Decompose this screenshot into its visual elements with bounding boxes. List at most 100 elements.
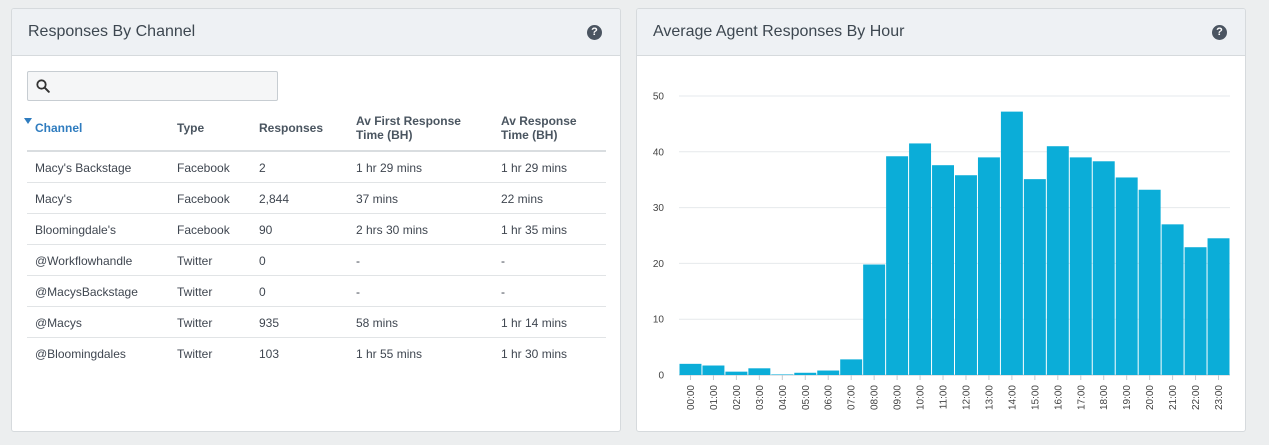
x-tick-label: 15:00	[1030, 385, 1041, 410]
cell-type: Twitter	[177, 316, 213, 330]
cell-responses: 2	[259, 161, 266, 175]
x-tick-label: 05:00	[801, 385, 812, 410]
bar-1900[interactable]	[1115, 177, 1138, 375]
cell-channel: Macy's	[35, 192, 72, 206]
cell-channel: Macy's Backstage	[35, 161, 132, 175]
x-tick-label: 20:00	[1145, 385, 1156, 410]
bar-1800[interactable]	[1092, 161, 1115, 375]
y-tick-label: 0	[658, 371, 664, 382]
cell-av-first-response: 37 mins	[356, 192, 399, 206]
y-tick-label: 40	[653, 147, 665, 158]
table-row[interactable]: @MacysBackstage Twitter 0 - -	[27, 276, 606, 307]
bar-0600[interactable]	[817, 370, 840, 375]
y-tick-label: 50	[653, 92, 665, 103]
bar-0200[interactable]	[725, 371, 748, 375]
bar-2000[interactable]	[1138, 189, 1161, 375]
cell-av-response: 22 mins	[501, 192, 544, 206]
column-header-label: Av Response	[501, 114, 577, 128]
x-tick-label: 22:00	[1191, 385, 1202, 410]
column-header-av-first-response[interactable]: Av First Response Time (BH)	[356, 114, 461, 142]
sort-desc-icon	[24, 118, 32, 124]
x-tick-label: 16:00	[1053, 385, 1064, 410]
agent-responses-by-hour-panel: Average Agent Responses By Hour ? 0 10 20 3…	[636, 8, 1246, 432]
bar-0700[interactable]	[840, 359, 863, 375]
x-tick-label: 01:00	[709, 385, 720, 410]
x-tick-label: 00:00	[686, 385, 697, 410]
x-tick-label: 19:00	[1122, 385, 1133, 410]
x-tick-label: 23:00	[1214, 385, 1225, 410]
x-tick-label: 21:00	[1168, 385, 1179, 410]
bar-1000[interactable]	[909, 143, 932, 375]
column-header-label-line2: Time (BH)	[501, 128, 558, 142]
cell-av-response: 1 hr 30 mins	[501, 347, 568, 361]
bar-2300[interactable]	[1207, 238, 1230, 375]
panel-title: Responses By Channel	[28, 23, 196, 40]
column-header-label: Channel	[35, 121, 83, 135]
x-tick-label: 17:00	[1076, 385, 1087, 410]
column-header-channel[interactable]: Channel	[24, 118, 83, 135]
column-header-av-response[interactable]: Av Response Time (BH)	[501, 114, 577, 142]
table-row[interactable]: @Workflowhandle Twitter 0 - -	[27, 245, 606, 276]
bar-1200[interactable]	[955, 175, 977, 375]
x-tick-label: 07:00	[847, 385, 858, 410]
bar-0100[interactable]	[702, 365, 725, 375]
question-circle-icon[interactable]: ?	[587, 25, 602, 40]
bar-1400[interactable]	[1000, 111, 1023, 376]
bar-2100[interactable]	[1161, 224, 1184, 375]
y-tick-label: 30	[653, 203, 665, 214]
cell-av-first-response: 58 mins	[356, 316, 399, 330]
cell-responses: 0	[259, 254, 266, 268]
bar-0000[interactable]	[679, 363, 702, 375]
cell-av-response: 1 hr 14 mins	[501, 316, 568, 330]
cell-responses: 103	[259, 347, 280, 361]
cell-type: Twitter	[177, 254, 213, 268]
table-row[interactable]: @Bloomingdales Twitter 103 1 hr 55 mins …	[27, 338, 606, 369]
cell-channel: Bloomingdale's	[35, 223, 117, 237]
y-tick-label: 20	[653, 259, 665, 270]
cell-type: Facebook	[177, 223, 230, 237]
y-tick-label: 10	[653, 315, 665, 326]
column-header-type[interactable]: Type	[177, 121, 204, 135]
x-tick-label: 03:00	[755, 385, 766, 410]
bar-0800[interactable]	[863, 264, 886, 375]
bar-0900[interactable]	[886, 156, 909, 375]
bar-1500[interactable]	[1023, 179, 1046, 375]
bar-1300[interactable]	[977, 157, 1000, 375]
cell-channel: @MacysBackstage	[35, 285, 138, 299]
responses-by-hour-chart: 0 10 20 30 40 50 00:00 01:00 02:00 03:00 04:00 05:…	[653, 92, 1230, 410]
cell-channel: @Bloomingdales	[35, 347, 126, 361]
bar-0400[interactable]	[771, 374, 794, 375]
table-row[interactable]: Macy's Backstage Facebook 2 1 hr 29 mins…	[27, 152, 606, 183]
table-row[interactable]: Bloomingdale's Facebook 90 2 hrs 30 mins…	[27, 214, 606, 245]
panel-header: Average Agent Responses By Hour ?	[637, 9, 1245, 56]
bar-1100[interactable]	[932, 165, 954, 375]
cell-channel: @Macys	[35, 316, 82, 330]
x-tick-label: 09:00	[893, 385, 904, 410]
search-box[interactable]	[27, 71, 278, 101]
search-input[interactable]	[56, 72, 274, 100]
panel-title: Average Agent Responses By Hour	[653, 23, 905, 40]
question-circle-icon[interactable]: ?	[1212, 25, 1227, 40]
bar-1600[interactable]	[1046, 146, 1069, 375]
cell-av-response: 1 hr 35 mins	[501, 223, 568, 237]
x-tick-label: 13:00	[984, 385, 995, 410]
cell-av-first-response: 2 hrs 30 mins	[356, 223, 429, 237]
cell-av-first-response: 1 hr 55 mins	[356, 347, 423, 361]
bar-0300[interactable]	[748, 368, 771, 375]
cell-responses: 0	[259, 285, 266, 299]
table-row[interactable]: @Macys Twitter 935 58 mins 1 hr 14 mins	[27, 307, 606, 338]
x-tick-label: 04:00	[778, 385, 789, 410]
column-header-responses[interactable]: Responses	[259, 121, 323, 135]
panel-header: Responses By Channel ?	[12, 9, 620, 56]
cell-type: Twitter	[177, 347, 213, 361]
cell-av-response: 1 hr 29 mins	[501, 161, 568, 175]
bar-0500[interactable]	[794, 372, 817, 375]
search-icon	[36, 79, 50, 93]
bar-1700[interactable]	[1069, 157, 1092, 375]
channel-table: Channel Type Responses Av First Response…	[24, 110, 606, 369]
x-tick-label: 10:00	[916, 385, 927, 410]
table-row[interactable]: Macy's Facebook 2,844 37 mins 22 mins	[27, 183, 606, 214]
bar-2200[interactable]	[1184, 247, 1207, 375]
cell-channel: @Workflowhandle	[35, 254, 133, 268]
cell-responses: 90	[259, 223, 273, 237]
